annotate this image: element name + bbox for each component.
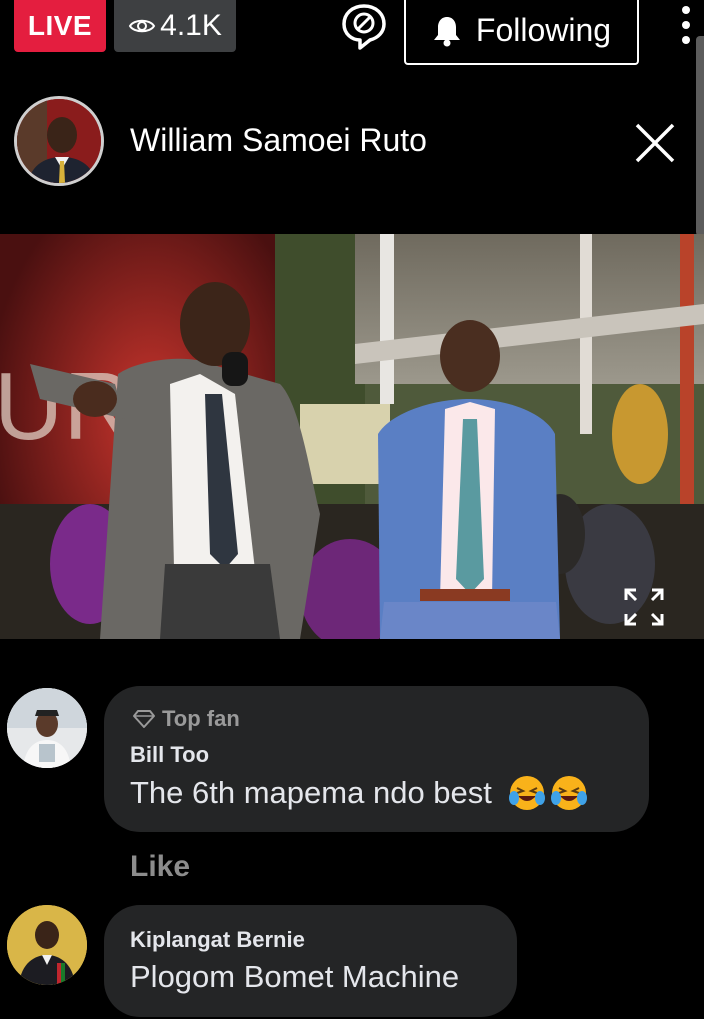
- more-options-button[interactable]: [676, 6, 696, 44]
- host-header: William Samoei Ruto: [0, 96, 704, 188]
- eye-icon: [128, 19, 156, 33]
- viewer-count-badge: 4.1K: [114, 0, 236, 52]
- following-button[interactable]: Following: [404, 0, 639, 65]
- live-badge: LIVE: [14, 0, 106, 52]
- hide-comments-button[interactable]: [340, 2, 388, 50]
- more-dot-icon: [682, 21, 690, 29]
- following-label: Following: [475, 12, 612, 48]
- live-label: LIVE: [27, 10, 93, 41]
- comment-item: Kiplangat Bernie Plogom Bomet Machine: [0, 905, 704, 1019]
- like-button[interactable]: Like: [130, 850, 190, 884]
- commenter-avatar-image: [7, 688, 87, 768]
- fullscreen-button[interactable]: [620, 586, 668, 628]
- diamond-icon: [133, 710, 155, 728]
- comment-item: Top fan Bill Too The 6th mapema ndo best: [0, 686, 704, 886]
- laughing-emoji-icon: [550, 776, 587, 810]
- comment-text-body: The 6th mapema ndo best: [130, 775, 492, 810]
- commenter-avatar[interactable]: [7, 688, 87, 768]
- comment-bubble[interactable]: Top fan Bill Too The 6th mapema ndo best: [104, 686, 649, 832]
- expand-icon: [624, 588, 664, 626]
- commenter-avatar[interactable]: [7, 905, 87, 985]
- bell-icon: [433, 16, 460, 46]
- viewer-count: 4.1K: [160, 9, 222, 42]
- comment-author[interactable]: Bill Too: [130, 742, 209, 768]
- close-button[interactable]: [634, 122, 676, 164]
- host-name[interactable]: William Samoei Ruto: [130, 122, 427, 159]
- laughing-emoji-icon: [508, 776, 545, 810]
- comment-text: Plogom Bomet Machine: [130, 959, 460, 994]
- comment-off-icon: [342, 4, 386, 50]
- comment-author[interactable]: Kiplangat Bernie: [130, 927, 305, 953]
- more-dot-icon: [682, 6, 690, 14]
- live-video-player[interactable]: URC: [0, 234, 704, 639]
- top-fan-badge: Top fan: [132, 706, 240, 732]
- commenter-avatar-image: [7, 905, 87, 985]
- host-avatar-image: [17, 99, 101, 183]
- video-frame: URC: [0, 234, 704, 639]
- top-fan-label: Top fan: [162, 706, 240, 731]
- host-avatar[interactable]: [14, 96, 104, 186]
- comment-bubble[interactable]: Kiplangat Bernie Plogom Bomet Machine: [104, 905, 517, 1017]
- close-icon: [635, 123, 675, 163]
- comment-text: The 6th mapema ndo best: [130, 774, 588, 812]
- live-top-bar: LIVE 4.1K Following: [0, 0, 704, 66]
- more-dot-icon: [682, 36, 690, 44]
